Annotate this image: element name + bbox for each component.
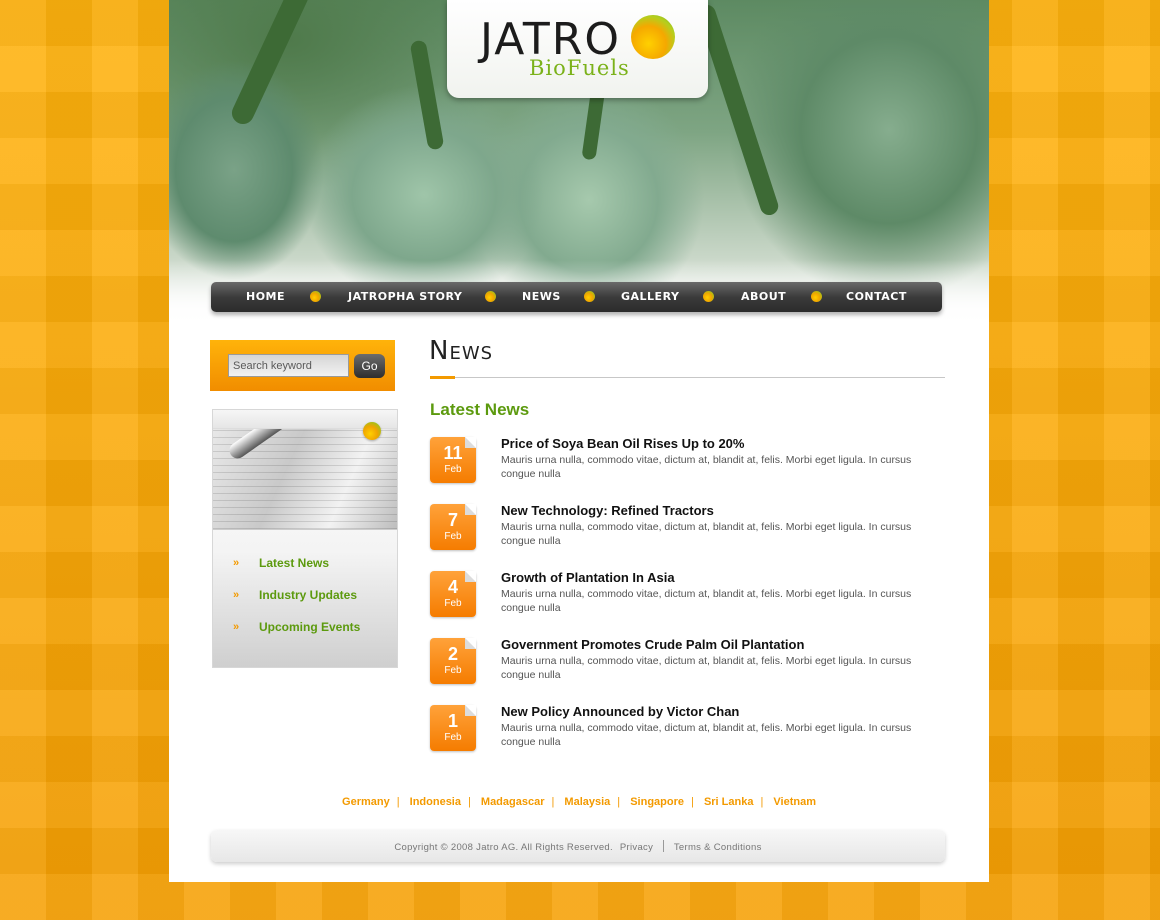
date-badge: 4 Feb [430,571,476,617]
nav-about[interactable]: About [741,290,786,303]
banner-stem [409,39,445,151]
date-badge: 2 Feb [430,638,476,684]
country-separator: | [551,796,555,808]
pen-shape [226,429,343,462]
country-links: Germany | Indonesia | Madagascar | Malaysia… [169,796,989,808]
terms-link[interactable]: Terms & Conditions [674,842,762,853]
search-input[interactable] [228,354,349,377]
news-item: 11 Feb Price of Soya Bean Oil Rises Up t… [430,436,950,504]
country-link-sri-lanka[interactable]: Sri Lanka [697,796,761,808]
header-banner: JATRO BioFuels Home Jatropha Story News … [169,0,989,330]
logo-ball-icon [631,15,675,59]
news-headline-link[interactable]: Government Promotes Crude Palm Oil Plant… [501,637,804,652]
nav-separator-dot-icon [584,291,595,302]
country-separator: | [617,796,621,808]
news-summary: Mauris urna nulla, commodo vitae, dictum… [501,454,912,480]
nav-jatropha-story[interactable]: Jatropha Story [348,290,462,303]
pen-image [213,429,397,530]
banner-stem [228,0,312,128]
country-separator: | [691,796,694,808]
news-summary: Mauris urna nulla, commodo vitae, dictum… [501,655,912,681]
sidebar-item-label: Upcoming Events [259,620,361,634]
section-heading: Latest News [430,400,530,419]
nav-separator-dot-icon [703,291,714,302]
news-summary: Mauris urna nulla, commodo vitae, dictum… [501,722,912,748]
nav-gallery[interactable]: Gallery [621,290,679,303]
news-item: 2 Feb Government Promotes Crude Palm Oil… [430,637,950,705]
news-item: 1 Feb New Policy Announced by Victor Cha… [430,704,950,772]
news-headline-link[interactable]: New Policy Announced by Victor Chan [501,704,739,719]
arrow-bullet-icon: » [233,557,240,569]
date-month: Feb [444,665,462,676]
news-item: 4 Feb Growth of Plantation In Asia Mauri… [430,570,950,638]
footer-separator [663,840,665,852]
news-headline-link[interactable]: Price of Soya Bean Oil Rises Up to 20% [501,436,744,451]
date-day: 11 [443,443,463,463]
news-summary: Mauris urna nulla, commodo vitae, dictum… [501,521,912,547]
copyright-text: Copyright © 2008 Jatro AG. All Rights Re… [394,842,613,853]
title-divider [430,377,945,378]
banner-stem [695,2,781,218]
logo[interactable]: JATRO BioFuels [447,0,708,98]
date-month: Feb [444,531,462,542]
nav-news[interactable]: News [522,290,561,303]
date-day: 4 [447,577,458,597]
country-separator: | [760,796,764,808]
date-day: 7 [447,510,458,530]
date-badge: 11 Feb [430,437,476,483]
date-badge: 7 Feb [430,504,476,550]
nav-separator-dot-icon [310,291,321,302]
country-link-malaysia[interactable]: Malaysia [557,796,617,808]
date-day: 2 [447,644,458,664]
date-badge: 1 Feb [430,705,476,751]
date-month: Feb [444,732,462,743]
privacy-link[interactable]: Privacy [620,842,653,853]
date-month: Feb [444,464,462,475]
country-link-germany[interactable]: Germany [335,796,397,808]
arrow-bullet-icon: » [233,589,240,601]
copyright-bar: Copyright © 2008 Jatro AG. All Rights Re… [211,830,945,862]
search-box: Go [210,340,395,391]
main-nav: Home Jatropha Story News Gallery About C… [211,282,942,312]
sidebar-panel: » Latest News » Industry Updates » Upcom… [212,409,398,668]
sidebar-item-label: Industry Updates [259,588,358,602]
date-day: 1 [447,711,458,731]
nav-separator-dot-icon [811,291,822,302]
logo-subtitle: BioFuels [529,56,630,80]
page-container: JATRO BioFuels Home Jatropha Story News … [169,0,989,882]
search-go-button[interactable]: Go [354,354,385,378]
news-headline-link[interactable]: New Technology: Refined Tractors [501,503,714,518]
country-separator: | [467,796,471,808]
country-link-vietnam[interactable]: Vietnam [766,796,823,808]
country-separator: | [396,796,400,808]
news-item: 7 Feb New Technology: Refined Tractors M… [430,503,950,571]
page-title: News [429,336,494,366]
country-link-singapore[interactable]: Singapore [623,796,691,808]
sidebar-ball-icon [363,422,381,440]
nav-contact[interactable]: Contact [846,290,907,303]
nav-home[interactable]: Home [246,290,285,303]
news-summary: Mauris urna nulla, commodo vitae, dictum… [501,588,912,614]
country-link-madagascar[interactable]: Madagascar [474,796,552,808]
country-link-indonesia[interactable]: Indonesia [403,796,468,808]
news-headline-link[interactable]: Growth of Plantation In Asia [501,570,675,585]
news-list: 11 Feb Price of Soya Bean Oil Rises Up t… [430,436,950,772]
sidebar-item-label: Latest News [259,556,330,570]
date-month: Feb [444,598,462,609]
title-divider-accent [430,376,455,379]
arrow-bullet-icon: » [233,621,240,633]
nav-separator-dot-icon [485,291,496,302]
